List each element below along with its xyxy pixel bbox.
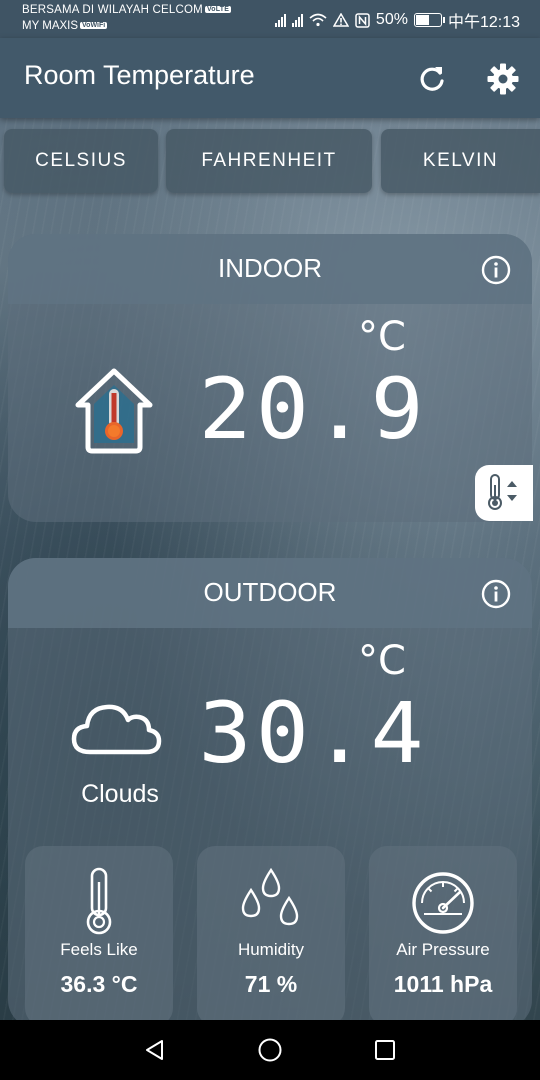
air-pressure-value: 1011 hPa [393,971,493,997]
outdoor-card-header: OUTDOOR [8,558,532,628]
signal-icon [291,13,303,27]
humidity-value: 71 % [244,971,298,997]
vowifi-badge: VoWiFi [80,22,108,29]
humidity-label: Humidity [237,940,305,959]
outdoor-unit: °C [358,638,406,684]
tab-fahrenheit-label: FAHRENHEIT [201,150,337,171]
status-icons: 50% 中午12:13 [274,8,520,32]
home-icon[interactable] [257,1037,283,1063]
carrier-line-2: MY MAXIS VoWiFi [22,20,108,32]
clock: 中午12:13 [447,14,520,31]
water-drops-icon [241,868,299,926]
tab-kelvin[interactable]: KELVIN [381,129,540,193]
info-icon[interactable] [481,579,511,609]
air-pressure-card: Air Pressure 1011 hPa [369,846,517,1026]
indoor-card-header: INDOOR [8,234,532,304]
tab-fahrenheit[interactable]: FAHRENHEIT [166,129,372,193]
refresh-icon[interactable] [416,63,448,95]
sensor-calibrate-button[interactable] [475,465,533,521]
battery-icon [413,13,445,27]
tab-kelvin-label: KELVIN [422,150,499,171]
nfc-icon [355,12,370,28]
volte-badge: VoLTE [204,6,232,13]
recents-icon[interactable] [373,1038,397,1062]
cloud-icon [71,704,162,755]
gauge-icon [412,872,474,934]
back-icon[interactable] [143,1038,167,1062]
thermometer-adjust-icon [488,474,517,510]
info-icon[interactable] [481,255,511,285]
indoor-unit: °C [358,314,406,360]
battery-percent: 50% [375,11,408,28]
app-bar: Room Temperature [0,38,540,118]
feels-like-value: 36.3 °C [60,971,138,997]
indoor-title: INDOOR [218,253,322,283]
tab-celsius-label: CELSIUS [35,150,127,171]
indoor-card: INDOOR 20.9 °C [8,234,532,522]
humidity-card: Humidity 71 % [197,846,345,1026]
wifi-icon [309,13,327,27]
app-title: Room Temperature [24,60,255,90]
system-nav-bar [0,1020,540,1080]
tab-celsius[interactable]: CELSIUS [4,129,158,193]
feels-like-card: Feels Like 36.3 °C [25,846,173,1026]
outdoor-temperature: 30.4 [198,684,428,782]
outdoor-title: OUTDOOR [203,577,337,607]
weather-condition: Clouds [81,780,159,808]
house-thermometer-icon [75,368,153,454]
gear-icon[interactable] [486,62,520,96]
signal-icon [274,13,286,27]
status-bar: BERSAMA DI WILAYAH CELCOM VoLTE MY MAXIS V… [0,0,540,38]
carrier-line-1: BERSAMA DI WILAYAH CELCOM VoLTE [22,4,232,16]
battery-level [415,15,429,25]
air-pressure-label: Air Pressure [396,940,490,959]
thermometer-icon [86,867,112,935]
warning-icon [332,13,349,27]
indoor-temperature: 20.9 [198,360,428,458]
feels-like-label: Feels Like [60,940,138,959]
